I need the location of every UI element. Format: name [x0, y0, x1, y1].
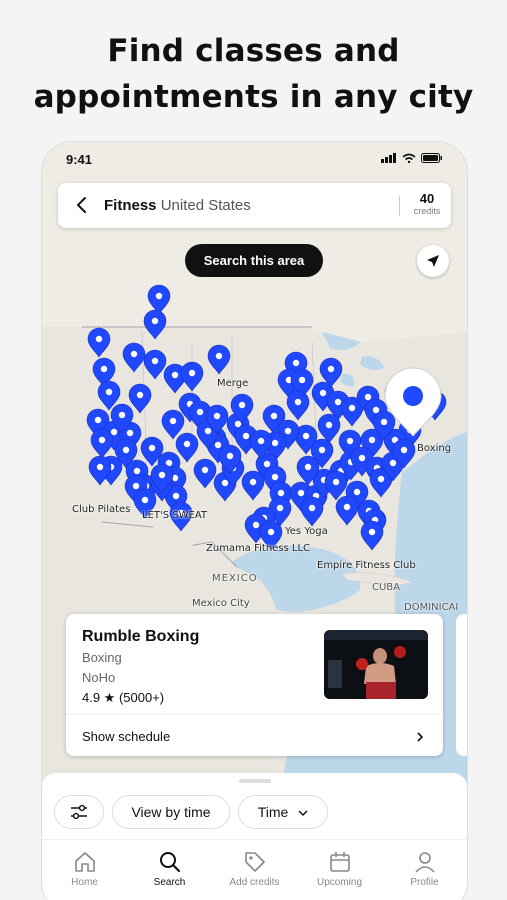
map-label-mexico: MEXICO	[212, 573, 258, 584]
map-pin[interactable]	[241, 470, 265, 501]
map-label-cuba: CUBA	[372, 582, 401, 593]
studio-name: Rumble Boxing	[82, 628, 200, 645]
tab-search-label: Search	[153, 877, 186, 888]
map-label-lets-sweat: LET'S SWEAT	[142, 510, 207, 521]
time-dropdown[interactable]: Time	[238, 795, 328, 829]
map-label-empire: Empire Fitness Club	[317, 560, 416, 571]
tab-add-credits[interactable]: Add credits	[212, 843, 297, 900]
map-pin[interactable]	[324, 470, 348, 501]
phone-frame: 9:41 Fitness United States 40 credits Se…	[42, 142, 467, 900]
map-label-dominican: DOMINICAI	[404, 602, 459, 613]
signal-icon	[381, 153, 396, 163]
search-divider	[399, 196, 400, 216]
studio-category: Boxing	[82, 650, 122, 665]
map-pin[interactable]	[180, 361, 204, 392]
tab-home[interactable]: Home	[42, 843, 127, 900]
chevron-down-icon	[298, 810, 308, 817]
studio-location: NoHo	[82, 670, 116, 685]
studio-photo	[324, 630, 428, 699]
search-bar[interactable]: Fitness United States 40 credits	[58, 183, 451, 228]
bottom-sheet: View by time Time Home Search Add credit…	[42, 773, 467, 900]
map-pin[interactable]	[300, 496, 324, 527]
map-pin[interactable]	[335, 495, 359, 526]
tab-upcoming-label: Upcoming	[316, 877, 363, 888]
map-label-zumama: Zumama Fitness LLC	[206, 543, 311, 554]
map-label-merge: Merge	[217, 378, 249, 389]
map-pin[interactable]	[175, 432, 199, 463]
time-dropdown-label: Time	[257, 804, 289, 820]
card-divider	[66, 714, 443, 715]
map-pin[interactable]	[147, 284, 171, 315]
wifi-icon	[402, 153, 416, 163]
tab-bar: Home Search Add credits Upcoming Profile	[42, 843, 467, 900]
tab-add-credits-label: Add credits	[229, 877, 280, 888]
map-pin[interactable]	[317, 413, 341, 444]
map-pin[interactable]	[143, 349, 167, 380]
headline-line-1: Find classes and	[107, 33, 400, 69]
credits-badge[interactable]: 40 credits	[402, 191, 452, 216]
search-this-area-button[interactable]: Search this area	[185, 244, 323, 277]
view-by-time-button[interactable]: View by time	[112, 795, 230, 829]
filters-button[interactable]	[54, 795, 104, 829]
tab-profile-label: Profile	[410, 877, 439, 888]
locate-button[interactable]	[417, 245, 449, 277]
map-pin[interactable]	[143, 309, 167, 340]
tab-home-label: Home	[71, 877, 98, 888]
credits-label: credits	[413, 206, 441, 216]
map-pin[interactable]	[286, 390, 310, 421]
next-studio-card-peek[interactable]	[456, 614, 467, 756]
search-query[interactable]: Fitness United States	[104, 197, 251, 214]
map-label-club-pilates: Club Pilates	[72, 504, 131, 515]
sheet-divider	[42, 839, 467, 840]
map-label-mexico-city: Mexico City	[192, 598, 250, 609]
headline: Find classes and appointments in any cit…	[0, 28, 507, 120]
person-icon	[414, 852, 435, 873]
tab-upcoming[interactable]: Upcoming	[297, 843, 382, 900]
map-label-yes-yoga: Yes Yoga	[285, 526, 328, 537]
tab-profile[interactable]: Profile	[382, 843, 467, 900]
studio-rating: 4.9 ★ (5000+)	[82, 690, 165, 705]
search-location: United States	[160, 197, 251, 214]
headline-line-2: appointments in any city	[33, 79, 474, 115]
search-icon	[159, 852, 180, 873]
status-bar: 9:41	[42, 142, 467, 178]
search-category: Fitness	[104, 197, 157, 214]
home-icon	[74, 852, 95, 872]
back-arrow-icon[interactable]	[72, 195, 92, 215]
location-arrow-icon	[427, 255, 439, 267]
map-pin[interactable]	[128, 383, 152, 414]
chevron-right-icon[interactable]	[415, 731, 425, 743]
tag-icon	[244, 852, 265, 872]
credits-value: 40	[419, 191, 435, 206]
battery-icon	[421, 153, 442, 163]
status-time: 9:41	[66, 152, 93, 167]
map-pin[interactable]	[90, 428, 114, 459]
sheet-grabber[interactable]	[239, 779, 271, 783]
map-pin[interactable]	[360, 520, 384, 551]
studio-card[interactable]: Rumble Boxing Boxing NoHo 4.9 ★ (5000+) …	[66, 614, 443, 756]
tab-search[interactable]: Search	[127, 843, 212, 900]
map-pin[interactable]	[193, 458, 217, 489]
sliders-icon	[71, 804, 87, 820]
map-pin[interactable]	[122, 342, 146, 373]
show-schedule-link[interactable]: Show schedule	[82, 729, 170, 744]
map-label-boxing: Boxing	[417, 443, 452, 454]
map-pin[interactable]	[87, 327, 111, 358]
calendar-icon	[329, 852, 350, 872]
map-pin[interactable]	[207, 344, 231, 375]
